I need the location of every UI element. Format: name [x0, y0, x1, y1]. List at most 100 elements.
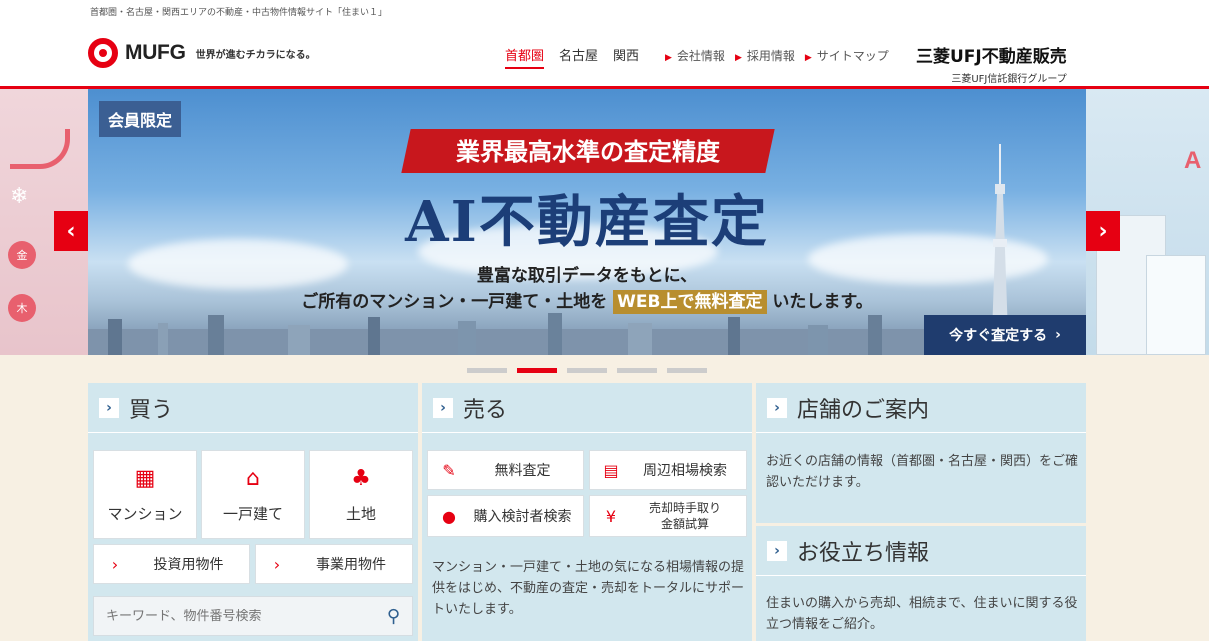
- chevron-right-icon: ›: [99, 397, 119, 418]
- carousel-dot-active[interactable]: [517, 368, 557, 373]
- brand-name: 三菱UFJ不動産販売: [916, 47, 1067, 67]
- sitemap-label: サイトマップ: [816, 49, 889, 63]
- person-icon: ●: [442, 506, 456, 526]
- buyer-search-button[interactable]: ● 購入検討者検索: [427, 495, 584, 537]
- sell-panel-header[interactable]: › 売る: [422, 383, 752, 433]
- weekday-badge: 金: [8, 241, 36, 269]
- weekday-badge: 木: [8, 294, 36, 322]
- sell-description: マンション・一戸建て・土地の気になる相場情報の提供をはじめ、不動産の査定・売却を…: [432, 560, 745, 617]
- chevron-right-icon: ›: [111, 554, 119, 574]
- search-icon[interactable]: ⚲: [387, 606, 400, 627]
- carousel-dot[interactable]: [467, 368, 507, 373]
- carousel-dot[interactable]: [617, 368, 657, 373]
- mufg-logo-mark-icon: [88, 38, 118, 68]
- sitemap-link[interactable]: ▶ サイトマップ: [805, 47, 889, 64]
- site-header: 首都圏・名古屋・関西エリアの不動産・中古物件情報サイト「住まい１」 MUFG 世…: [0, 0, 1209, 87]
- stores-title: 店舗のご案内: [797, 397, 930, 423]
- tile-label: マンション: [107, 504, 183, 523]
- clipboard-icon: ✎: [442, 460, 456, 480]
- mansion-tile[interactable]: ▦ マンション: [93, 450, 197, 539]
- site-description: 首都圏・名古屋・関西エリアの不動産・中古物件情報サイト「住まい１」: [90, 8, 388, 18]
- carousel-dot[interactable]: [667, 368, 707, 373]
- buy-title: 買う: [129, 397, 174, 423]
- yen-icon: ¥: [605, 506, 617, 526]
- business-property-link[interactable]: › 事業用物件: [255, 544, 413, 584]
- tile-label: 無料査定: [494, 463, 551, 479]
- chevron-right-icon: ›: [433, 397, 453, 418]
- mufg-logo[interactable]: MUFG 世界が進むチカラになる。: [88, 38, 316, 68]
- chevron-right-icon: ›: [767, 540, 787, 561]
- hero-ribbon-text: 業界最高水準の査定精度: [456, 137, 720, 166]
- stores-description: お近くの店舗の情報（首都圏・名古屋・関西）をご確認いただけます。: [766, 454, 1079, 490]
- brand-block[interactable]: 三菱UFJ不動産販売 三菱UFJ信託銀行グループ: [916, 42, 1067, 85]
- buy-panel-header[interactable]: › 買う: [88, 383, 418, 433]
- net-proceeds-calculator-button[interactable]: ¥ 売却時手取り 金額試算: [589, 495, 747, 537]
- tile-label-line2: 金額試算: [660, 517, 709, 531]
- info-title: お役立ち情報: [797, 540, 930, 566]
- carousel-dot[interactable]: [567, 368, 607, 373]
- company-info-label: 会社情報: [676, 49, 725, 63]
- keyword-search: ⚲: [93, 596, 413, 636]
- sell-title: 売る: [463, 397, 508, 423]
- info-panel-header[interactable]: › お役立ち情報: [756, 526, 1086, 576]
- info-panel: › お役立ち情報 住まいの購入から売却、相続まで、住まいに関する役立つ情報をご紹…: [756, 526, 1086, 641]
- carousel-dots: [467, 368, 707, 373]
- hero-highlight: WEB上で無料査定: [613, 290, 767, 314]
- region-tab-kansai[interactable]: 関西: [613, 45, 639, 69]
- hero-tagline: 豊富な取引データをもとに、: [476, 266, 698, 286]
- peek-letter: A: [1184, 147, 1202, 174]
- chevron-right-icon: ›: [1055, 327, 1061, 343]
- info-description: 住まいの購入から売却、相続まで、住まいに関する役立つ情報をご紹介。: [766, 596, 1078, 632]
- tile-label: 周辺相場検索: [643, 463, 727, 479]
- carousel-next-button[interactable]: ›: [1086, 211, 1120, 251]
- free-assessment-button[interactable]: ✎ 無料査定: [427, 450, 584, 490]
- tile-label: 売却時手取り 金額試算: [624, 500, 746, 532]
- region-tab-shutoken[interactable]: 首都圏: [505, 45, 545, 69]
- tile-label: 購入検討者検索: [473, 509, 572, 525]
- snowflake-icon: ❄: [10, 184, 29, 209]
- house-tile[interactable]: ⌂ 一戸建て: [201, 450, 305, 539]
- sell-panel: › 売る ✎ 無料査定 ▤ 周辺相場検索 ● 購入検討者検索 ¥ 売却時手取り …: [422, 383, 752, 641]
- link-label: 投資用物件: [153, 557, 224, 573]
- hero-title: AI不動産査定: [405, 189, 769, 255]
- cta-label: 今すぐ査定する: [949, 328, 1048, 344]
- decoration-shape: [10, 129, 70, 169]
- stores-panel: › 店舗のご案内 お近くの店舗の情報（首都圏・名古屋・関西）をご確認いただけます…: [756, 383, 1086, 523]
- arrow-right-icon: ▶: [804, 53, 812, 63]
- tree-icon: ♣: [351, 465, 371, 491]
- hero-banner[interactable]: 会員限定 業界最高水準の査定精度 AI不動産査定 豊富な取引データをもとに、 ご…: [88, 89, 1086, 355]
- tile-label: 一戸建て: [222, 504, 283, 523]
- building-icon: ▦: [134, 465, 156, 491]
- assess-now-button[interactable]: 今すぐ査定する ›: [924, 315, 1086, 355]
- utility-nav: ▶ 会社情報 ▶ 採用情報 ▶ サイトマップ: [665, 47, 889, 64]
- company-info-link[interactable]: ▶ 会社情報: [665, 47, 725, 64]
- market-price-search-button[interactable]: ▤ 周辺相場検索: [589, 450, 747, 490]
- brand-subtitle: 三菱UFJ信託銀行グループ: [951, 74, 1067, 85]
- region-nav: 首都圏 名古屋 関西: [505, 45, 639, 69]
- carousel-prev-button[interactable]: ‹: [54, 211, 88, 251]
- stores-panel-header[interactable]: › 店舗のご案内: [756, 383, 1086, 433]
- hero-subline-post: いたします。: [772, 292, 873, 312]
- hero-subline-pre: ご所有のマンション・一戸建て・土地を: [301, 292, 608, 312]
- chevron-right-icon: ›: [767, 397, 787, 418]
- buy-panel: › 買う ▦ マンション ⌂ 一戸建て ♣ 土地 › 投資用物件 › 事業用物件…: [88, 383, 418, 641]
- chevron-right-icon: ›: [273, 554, 281, 574]
- arrow-right-icon: ▶: [665, 53, 672, 63]
- link-label: 事業用物件: [316, 557, 386, 573]
- hero-subline: ご所有のマンション・一戸建て・土地を WEB上で無料査定 いたします。: [88, 287, 1086, 314]
- recruit-link[interactable]: ▶ 採用情報: [735, 47, 795, 64]
- arrow-right-icon: ▶: [734, 53, 742, 63]
- investment-property-link[interactable]: › 投資用物件: [93, 544, 250, 584]
- logo-slogan: 世界が進むチカラになる。: [195, 49, 316, 61]
- recruit-label: 採用情報: [746, 49, 795, 63]
- tile-label-line1: 売却時手取り: [648, 501, 721, 515]
- tile-label: 土地: [345, 504, 376, 523]
- house-icon: ⌂: [246, 465, 260, 491]
- members-only-badge: 会員限定: [99, 101, 182, 137]
- region-tab-nagoya[interactable]: 名古屋: [559, 45, 598, 69]
- logo-text: MUFG: [125, 41, 186, 64]
- building-shape: [1146, 255, 1206, 355]
- land-tile[interactable]: ♣ 土地: [309, 450, 413, 539]
- search-input[interactable]: [106, 608, 387, 624]
- chart-icon: ▤: [603, 460, 619, 480]
